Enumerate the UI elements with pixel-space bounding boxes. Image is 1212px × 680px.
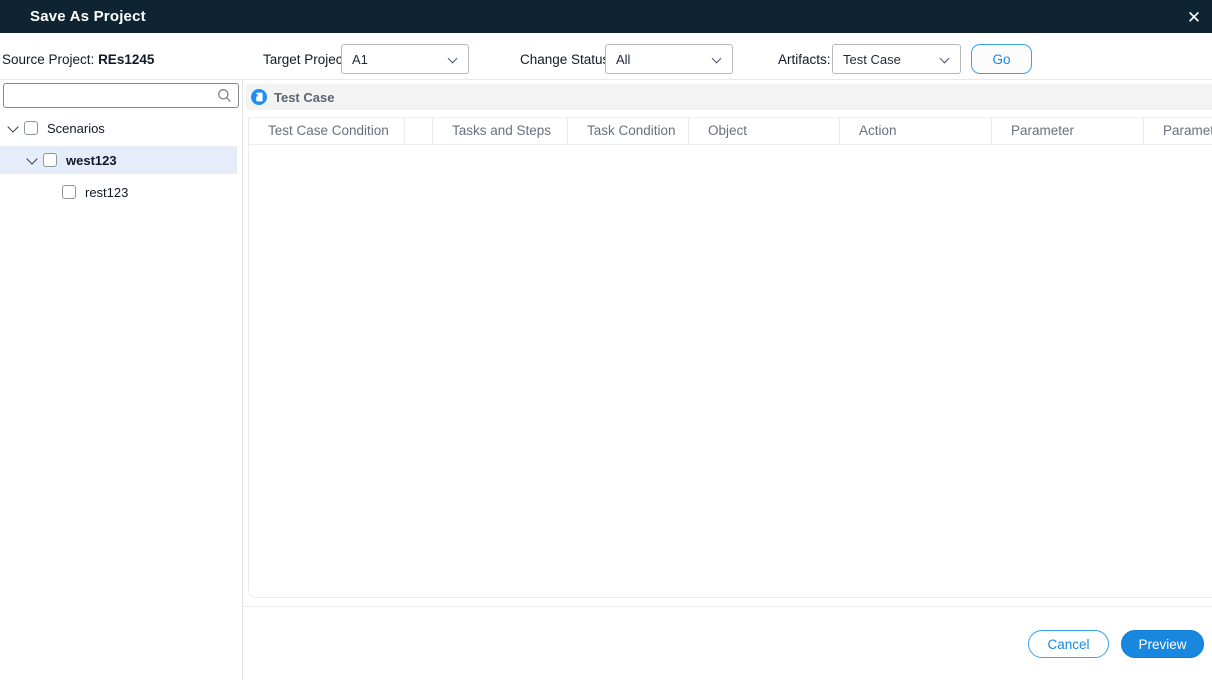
column-header-blank <box>405 118 433 144</box>
scenario-tree: Scenarios west123 rest123 <box>0 114 242 206</box>
test-case-icon <box>251 89 267 105</box>
test-case-section-header: Test Case <box>246 84 1212 110</box>
checkbox-scenarios[interactable] <box>24 121 38 135</box>
scenario-tree-panel: Scenarios west123 rest123 <box>0 80 243 680</box>
chevron-down-icon <box>939 53 950 64</box>
target-project-select[interactable]: A1 <box>341 44 469 74</box>
search-input[interactable] <box>3 83 239 108</box>
dialog-title: Save As Project <box>30 8 146 25</box>
change-status-label: Change Status: <box>520 52 614 67</box>
column-header-parameter-2: Parameter <box>1163 123 1212 138</box>
artifacts-select[interactable]: Test Case <box>832 44 961 74</box>
column-header-test-case-condition: Test Case Condition <box>249 118 405 144</box>
toolbar: Source Project: REs1245 Target Project: … <box>0 33 1212 80</box>
column-header-action: Action <box>840 118 992 144</box>
search-icon <box>218 89 231 102</box>
close-icon[interactable]: ✕ <box>1184 7 1204 27</box>
source-project-text: Source Project: REs1245 <box>2 52 154 67</box>
target-project-selected-value: A1 <box>352 51 368 67</box>
table-body-empty <box>249 145 1212 597</box>
column-header-tasks-and-steps: Tasks and Steps <box>433 118 568 144</box>
column-header-parameter: Parameter <box>992 118 1144 144</box>
chevron-down-icon <box>447 53 458 64</box>
source-project-value: REs1245 <box>98 52 155 67</box>
tree-item-scenarios[interactable]: Scenarios <box>0 114 237 142</box>
chevron-down-icon[interactable] <box>25 153 39 167</box>
chevron-down-icon <box>711 53 722 64</box>
source-project-label: Source Project: <box>2 52 95 67</box>
artifacts-label: Artifacts: <box>778 52 831 67</box>
checkbox-west123[interactable] <box>43 153 57 167</box>
change-status-select[interactable]: All <box>605 44 733 74</box>
save-as-project-dialog: Save As Project ✕ Source Project: REs124… <box>0 0 1212 680</box>
main-panel: Test Case Test Case Condition Tasks and … <box>243 80 1212 680</box>
cancel-button[interactable]: Cancel <box>1028 630 1109 658</box>
tree-item-label: Scenarios <box>47 120 105 136</box>
section-title: Test Case <box>274 89 335 105</box>
dialog-titlebar: Save As Project ✕ <box>0 0 1212 33</box>
target-project-label: Target Project: <box>263 52 351 67</box>
chevron-down-icon[interactable] <box>6 121 20 135</box>
table-header-row: Test Case Condition Tasks and Steps Task… <box>249 118 1212 145</box>
artifacts-selected-value: Test Case <box>843 51 901 67</box>
tree-item-rest123[interactable]: rest123 <box>0 178 237 206</box>
checkbox-rest123[interactable] <box>62 185 76 199</box>
test-case-table: Test Case Condition Tasks and Steps Task… <box>248 117 1212 598</box>
column-header-object: Object <box>689 118 840 144</box>
column-header-task-condition: Task Condition <box>568 118 689 144</box>
preview-button[interactable]: Preview <box>1121 630 1204 658</box>
tree-item-label: west123 <box>66 152 117 168</box>
change-status-selected-value: All <box>616 51 631 67</box>
tree-item-label: rest123 <box>85 184 129 200</box>
tree-item-west123[interactable]: west123 <box>0 146 237 174</box>
go-button[interactable]: Go <box>971 44 1032 74</box>
dialog-footer: Cancel Preview <box>243 606 1212 680</box>
